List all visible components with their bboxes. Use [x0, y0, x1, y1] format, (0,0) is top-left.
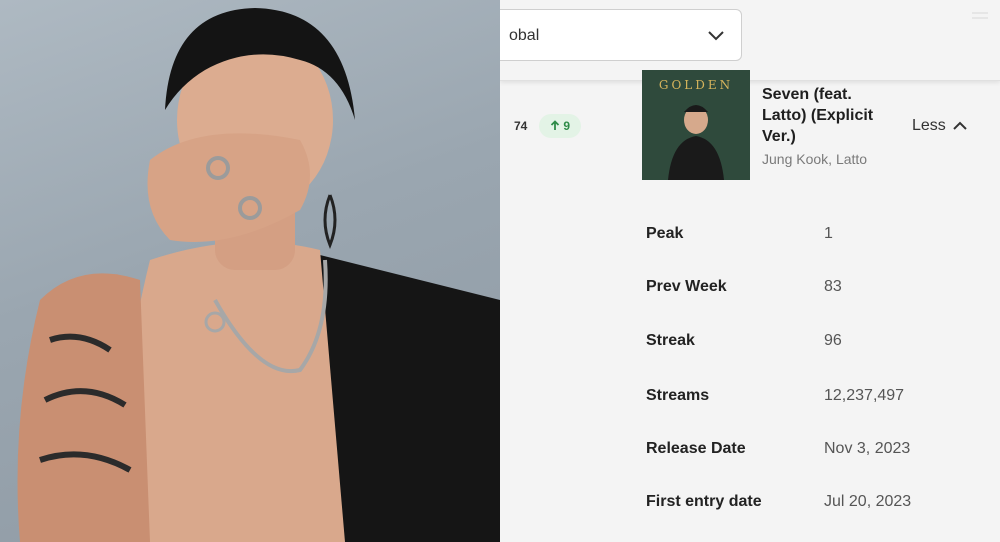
chevron-up-icon	[953, 121, 967, 130]
chart-detail-panel: obal 74 9 GOLDEN Seven (feat. Latto) (Ex…	[500, 0, 1000, 542]
stat-label: Release Date	[646, 440, 746, 457]
rank-change-value: 9	[563, 119, 571, 133]
stat-value: Nov 3, 2023	[824, 440, 911, 457]
stat-value: 12,237,497	[824, 387, 905, 404]
stat-row-streak: Streak 96	[646, 332, 966, 354]
stat-row-first-entry-date: First entry date Jul 20, 2023	[646, 493, 966, 515]
stat-row-prev-week: Prev Week 83	[646, 278, 966, 300]
artist-photo-illustration	[17, 8, 500, 542]
stat-value: 83	[824, 278, 842, 295]
artist-photo	[0, 0, 500, 542]
rank-change-badge: 9	[539, 114, 581, 138]
filter-bar: obal	[500, 0, 1000, 81]
stat-value: 96	[824, 332, 842, 349]
album-cover-text: GOLDEN	[658, 78, 734, 92]
menu-icon[interactable]	[968, 6, 992, 26]
less-toggle-label: Less	[912, 117, 946, 134]
stat-row-release-date: Release Date Nov 3, 2023	[646, 440, 966, 462]
track-rank: 74	[514, 119, 528, 133]
stat-label: First entry date	[646, 493, 762, 510]
arrow-up-icon	[550, 120, 560, 130]
album-cover[interactable]: GOLDEN	[642, 70, 750, 180]
stat-label: Streak	[646, 332, 695, 349]
stat-row-peak: Peak 1	[646, 225, 966, 247]
stat-value: 1	[824, 225, 833, 242]
stat-value: Jul 20, 2023	[824, 493, 912, 510]
less-toggle-button[interactable]: Less	[912, 117, 968, 135]
track-artists[interactable]: Jung Kook, Latto	[762, 151, 867, 167]
stat-label: Prev Week	[646, 278, 727, 295]
stat-label: Streams	[646, 387, 710, 404]
stat-row-streams: Streams 12,237,497	[646, 387, 966, 409]
chevron-down-icon	[708, 31, 724, 41]
stat-label: Peak	[646, 225, 684, 242]
region-dropdown[interactable]: obal	[500, 9, 742, 61]
region-dropdown-value: obal	[509, 27, 540, 44]
track-title[interactable]: Seven (feat. Latto) (Explicit Ver.)	[762, 84, 887, 147]
